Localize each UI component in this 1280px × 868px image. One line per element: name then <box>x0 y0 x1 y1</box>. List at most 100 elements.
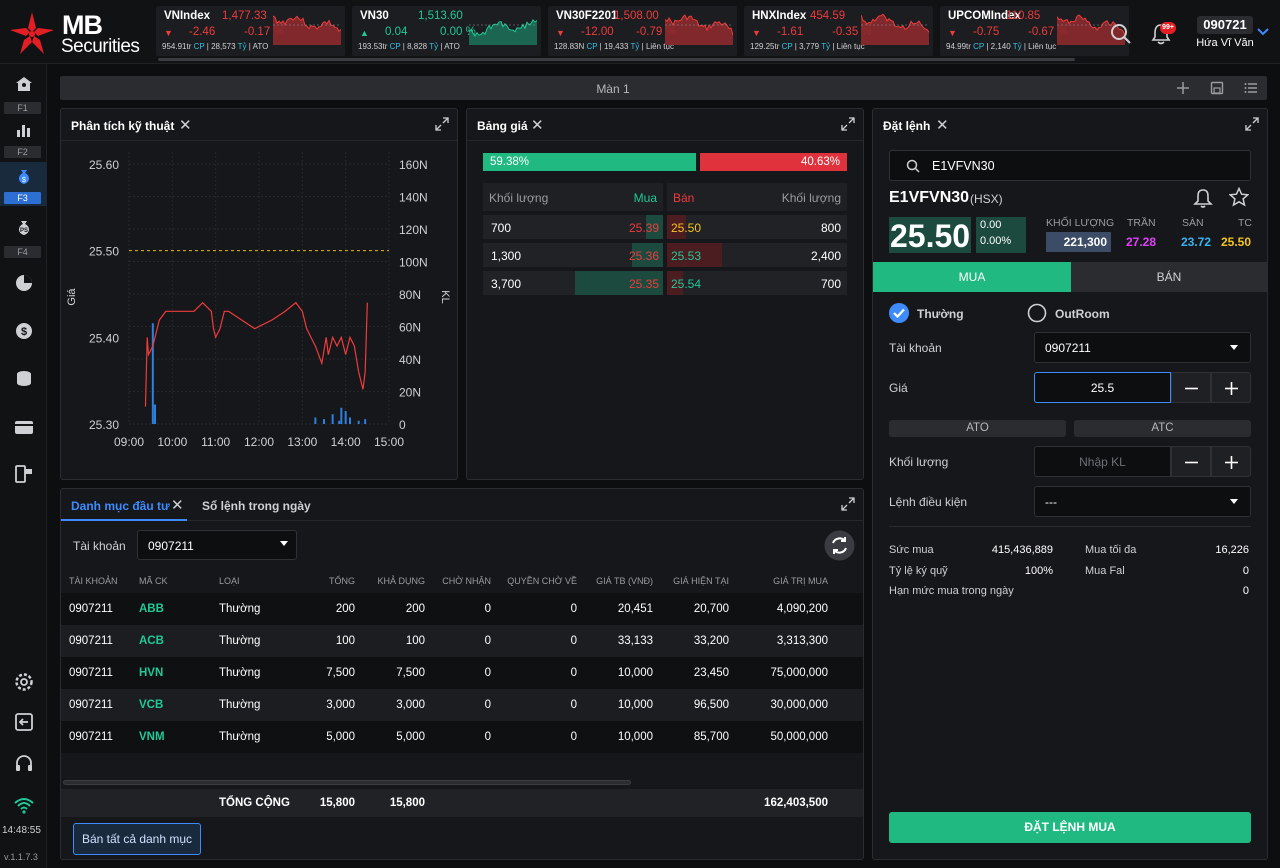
ato-button[interactable]: ATO <box>889 420 1066 437</box>
condition-select[interactable]: --- <box>1034 486 1251 517</box>
add-screen-icon[interactable] <box>1176 81 1190 95</box>
stock-symbol[interactable]: VCB <box>139 699 199 711</box>
stock-symbol[interactable]: ABB <box>139 603 199 615</box>
price-chart[interactable]: 09:00 10:00 11:00 12:00 13:00 14:00 15:00 25.60… <box>61 142 457 479</box>
bid-price[interactable]: 25.36 <box>629 249 659 263</box>
save-layout-icon[interactable] <box>1210 81 1224 95</box>
column-header[interactable]: TỔNG <box>295 576 355 586</box>
price-decrease-button[interactable] <box>1171 372 1211 403</box>
atc-button[interactable]: ATC <box>1074 420 1251 437</box>
table-row[interactable]: 0907211 VCB Thường 3,000 3,000 0 0 10,000 96,500… <box>61 689 863 721</box>
ticker-scrollbar[interactable] <box>158 58 1075 61</box>
index-card-hnxindex[interactable]: HNXIndex 454.59 ▼ -1.61 -0.35 % 129.25tr CP |… <box>744 6 933 56</box>
expand-icon[interactable] <box>435 117 449 131</box>
horizontal-scrollbar[interactable] <box>63 780 631 785</box>
ask-price[interactable]: 25.50 <box>671 221 701 235</box>
ask-row[interactable]: 25.53 2,400 <box>667 243 847 267</box>
index-card-vn30f2201[interactable]: VN30F2201 1,508.00 ▼ -12.00 -0.79 % 128.83N C… <box>548 6 737 56</box>
expand-icon[interactable] <box>1245 117 1259 131</box>
search-icon[interactable] <box>1110 23 1132 45</box>
stock-symbol[interactable]: ACB <box>139 635 199 647</box>
unchecked-radio-icon[interactable] <box>1027 303 1047 323</box>
index-card-vn30[interactable]: VN30 1,513.60 ▲ 0.04 0.00 % 193.53tr CP | 8,8… <box>352 6 541 56</box>
column-header[interactable]: TÀI KHOẢN <box>69 576 129 586</box>
order-type-outroom[interactable]: OutRoom <box>1055 307 1110 321</box>
logout-icon[interactable] <box>14 712 34 732</box>
quantity-increase-button[interactable] <box>1211 446 1251 477</box>
refresh-icon[interactable] <box>824 530 855 561</box>
bid-row[interactable]: 3,700 25.35 <box>483 271 663 295</box>
column-header[interactable]: GIÁ TRỊ MUA <box>728 576 828 586</box>
ask-row[interactable]: 25.54 700 <box>667 271 847 295</box>
ask-price[interactable]: 25.53 <box>671 249 701 263</box>
order-account-select[interactable]: 0907211 <box>1034 332 1251 363</box>
column-header[interactable]: MÃ CK <box>139 576 199 586</box>
mb-logo[interactable]: MB Securities <box>8 8 148 58</box>
technical-panel-title[interactable]: Phân tích kỹ thuật <box>71 119 174 133</box>
column-header[interactable]: KHẢ DỤNG <box>365 576 425 586</box>
ask-row[interactable]: 25.50 800 <box>667 215 847 239</box>
portfolio-account-select[interactable]: 0907211 <box>137 530 297 560</box>
expand-icon[interactable] <box>841 497 855 511</box>
table-row[interactable]: 0907211 ACB Thường 100 100 0 0 33,133 33,200 3,31… <box>61 625 863 657</box>
symbol-search-input[interactable]: E1VFVN30 <box>889 150 1251 181</box>
sell-all-button[interactable]: Bán tất cả danh mục <box>73 823 201 855</box>
transfer-icon[interactable] <box>14 464 34 484</box>
bid-row[interactable]: 1,300 25.36 <box>483 243 663 267</box>
sidebar-item-chart[interactable]: F2 <box>0 116 47 160</box>
index-card-upcomindex[interactable]: UPCOMIndex 110.85 ▼ -0.75 -0.67 % 94.99tr CP … <box>940 6 1129 56</box>
screen-title[interactable]: Màn 1 <box>60 82 1166 96</box>
user-account[interactable]: 090721 <box>1197 16 1253 34</box>
order-type-normal[interactable]: Thường <box>917 307 964 321</box>
table-cell: 96,500 <box>693 699 729 711</box>
buy-tab[interactable]: MUA <box>873 262 1071 292</box>
price-book-header: Bảng giá ✕ <box>467 109 863 141</box>
place-buy-order-button[interactable]: ĐẶT LỆNH MUA <box>889 812 1251 843</box>
column-header[interactable]: LOẠI <box>219 576 289 586</box>
close-icon[interactable]: ✕ <box>171 496 184 514</box>
price-increase-button[interactable] <box>1211 372 1251 403</box>
quantity-input[interactable]: Nhập KL <box>1034 446 1171 477</box>
price-alert-bell-icon[interactable] <box>1193 187 1213 209</box>
stock-symbol[interactable]: HVN <box>139 667 199 679</box>
gear-icon[interactable] <box>14 672 34 692</box>
sidebar-item-ps[interactable]: PS F4 <box>0 216 47 260</box>
bid-row[interactable]: 700 25.39 <box>483 215 663 239</box>
close-icon[interactable]: ✕ <box>936 116 949 134</box>
column-header[interactable]: GIÁ HIỆN TẠI <box>663 576 729 586</box>
svg-text:PS: PS <box>19 228 27 234</box>
index-card-vnindex[interactable]: VNIndex 1,477.33 ▼ -2.46 -0.17 % 954.91tr CP … <box>156 6 345 56</box>
chevron-down-icon[interactable] <box>1257 28 1269 36</box>
order-panel-title[interactable]: Đặt lệnh <box>883 119 930 133</box>
coins-stack-icon[interactable] <box>15 370 33 388</box>
price-input[interactable]: 25.5 <box>1034 372 1171 403</box>
bid-price[interactable]: 25.39 <box>629 221 659 235</box>
checked-radio-icon[interactable] <box>889 303 909 323</box>
table-row[interactable]: 0907211 VNM Thường 5,000 5,000 0 0 10,000 85,700… <box>61 721 863 753</box>
headset-icon[interactable] <box>14 754 34 774</box>
tab-order-book[interactable]: Sổ lệnh trong ngày <box>202 499 311 513</box>
quantity-decrease-button[interactable] <box>1171 446 1211 477</box>
list-icon[interactable] <box>1244 81 1258 95</box>
stock-symbol[interactable]: VNM <box>139 731 199 743</box>
sidebar-item-order[interactable]: $ F3 <box>0 162 47 206</box>
coin-icon[interactable]: $ <box>15 322 33 340</box>
y2-tick-label: 60N <box>399 321 421 335</box>
wallet-icon[interactable] <box>14 419 34 435</box>
star-icon[interactable] <box>1229 187 1249 207</box>
column-header[interactable]: QUYỀN CHỜ VỀ <box>501 576 577 586</box>
table-row[interactable]: 0907211 ABB Thường 200 200 0 0 20,451 20,700 4,09… <box>61 593 863 625</box>
expand-icon[interactable] <box>841 117 855 131</box>
close-icon[interactable]: ✕ <box>179 116 192 134</box>
bid-price[interactable]: 25.35 <box>629 277 659 291</box>
price-book-title[interactable]: Bảng giá <box>477 119 528 133</box>
sidebar-item-home[interactable]: F1 <box>0 72 47 116</box>
column-header[interactable]: CHỜ NHẬN <box>435 576 491 586</box>
ask-price[interactable]: 25.54 <box>671 277 701 291</box>
pie-chart-icon[interactable] <box>15 274 33 292</box>
table-row[interactable]: 0907211 HVN Thường 7,500 7,500 0 0 10,000 23,450… <box>61 657 863 689</box>
column-header[interactable]: GIÁ TB (VNĐ) <box>587 576 653 586</box>
tab-portfolio[interactable]: Danh mục đầu tư <box>71 499 170 513</box>
close-icon[interactable]: ✕ <box>531 116 544 134</box>
sell-tab[interactable]: BÁN <box>1071 262 1267 292</box>
